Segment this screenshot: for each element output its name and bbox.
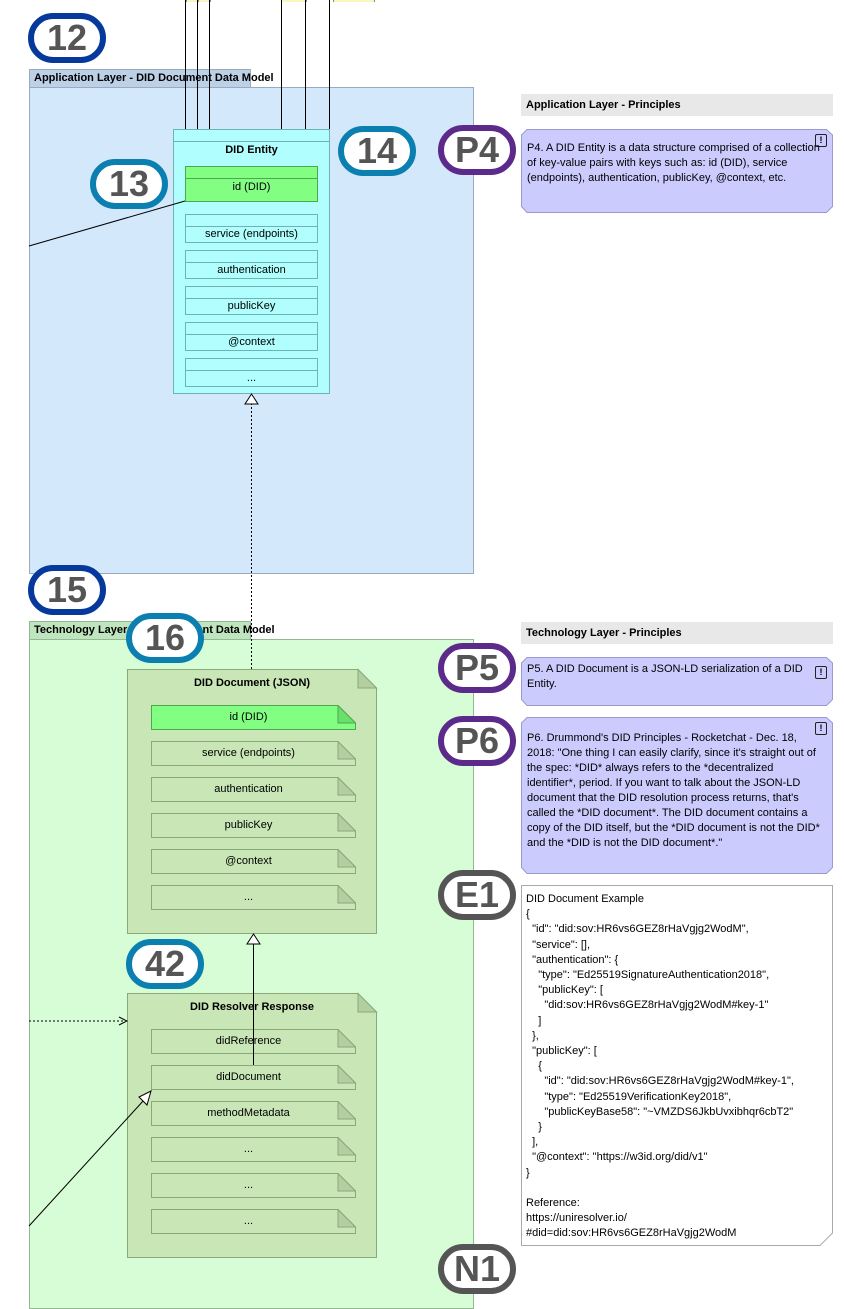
- resolver-field-more-3[interactable]: ...: [151, 1209, 356, 1234]
- resolver-field-didreference[interactable]: didReference: [151, 1029, 356, 1054]
- did-document-json-node[interactable]: DID Document (JSON) id (DID) service (en…: [127, 668, 378, 934]
- badge-12: 12: [28, 13, 106, 63]
- entity-title: DID Entity: [225, 144, 278, 156]
- resolver-field-more-1[interactable]: ...: [151, 1137, 356, 1162]
- entity-header-bar: [174, 130, 329, 142]
- principle-p6[interactable]: ! P6. Drummond's DID Principles - Rocket…: [521, 717, 833, 874]
- doc-field-service[interactable]: service (endpoints): [151, 741, 356, 766]
- entity-field-id[interactable]: id (DID): [185, 166, 318, 202]
- badge-42: 42: [126, 939, 204, 989]
- doc-field-publickey[interactable]: publicKey: [151, 813, 356, 838]
- resolver-field-more-2[interactable]: ...: [151, 1173, 356, 1198]
- entity-field-publickey[interactable]: publicKey: [185, 286, 318, 315]
- badge-p6: P6: [438, 716, 516, 766]
- entity-field-context[interactable]: @context: [185, 322, 318, 351]
- did-entity-node[interactable]: DID Entity id (DID) service (endpoints) …: [173, 129, 330, 394]
- principle-p4[interactable]: ! P4. A DID Entity is a data structure c…: [521, 129, 833, 213]
- entity-field-more[interactable]: ...: [185, 358, 318, 387]
- example-text: DID Document Example { "id": "did:sov:HR…: [526, 893, 794, 1240]
- badge-16: 16: [126, 613, 204, 663]
- badge-e1: E1: [438, 870, 516, 920]
- offscreen-element-edge: [333, 0, 375, 2]
- application-layer-label: Application Layer - DID Document Data Mo…: [29, 69, 274, 87]
- resolver-field-diddocument[interactable]: didDocument: [151, 1065, 356, 1090]
- resolver-response-title: DID Resolver Response: [189, 1001, 315, 1013]
- badge-p5: P5: [438, 643, 516, 693]
- did-resolver-response-node[interactable]: DID Resolver Response didReference didDo…: [127, 992, 378, 1258]
- doc-field-more[interactable]: ...: [151, 885, 356, 910]
- doc-field-context[interactable]: @context: [151, 849, 356, 874]
- principle-p6-text: P6. Drummond's DID Principles - Rocketch…: [527, 732, 820, 849]
- badge-14: 14: [338, 126, 416, 176]
- resolver-field-methodmetadata[interactable]: methodMetadata: [151, 1101, 356, 1126]
- principle-p5[interactable]: ! P5. A DID Document is a JSON-LD serial…: [521, 657, 833, 706]
- app-principles-heading: Application Layer - Principles: [521, 94, 833, 116]
- badge-p4: P4: [438, 125, 516, 175]
- did-document-title: DID Document (JSON): [193, 677, 311, 689]
- doc-field-id[interactable]: id (DID): [151, 705, 356, 730]
- badge-13: 13: [90, 159, 168, 209]
- entity-field-service[interactable]: service (endpoints): [185, 214, 318, 243]
- offscreen-element-edge: [198, 0, 211, 2]
- entity-field-authentication[interactable]: authentication: [185, 250, 318, 279]
- offscreen-element-edge: [281, 0, 307, 2]
- principle-p4-text: P4. A DID Entity is a data structure com…: [527, 142, 820, 184]
- tech-principles-heading: Technology Layer - Principles: [521, 622, 833, 644]
- badge-15: 15: [28, 565, 106, 615]
- did-document-example-note[interactable]: DID Document Example { "id": "did:sov:HR…: [521, 885, 833, 1246]
- doc-field-authentication[interactable]: authentication: [151, 777, 356, 802]
- badge-n1: N1: [438, 1244, 516, 1294]
- principle-p5-text: P5. A DID Document is a JSON-LD serializ…: [527, 663, 803, 690]
